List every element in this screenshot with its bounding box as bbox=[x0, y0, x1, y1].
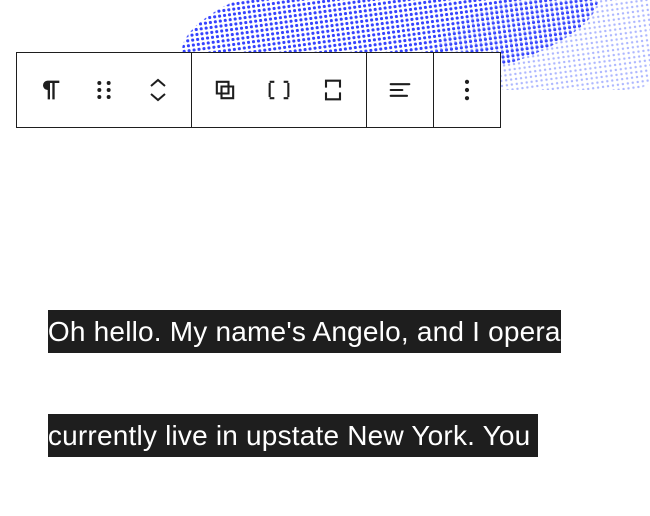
kebab-icon bbox=[453, 76, 481, 104]
paragraph-block-1[interactable]: Oh hello. My name's Angelo, and I opera … bbox=[16, 254, 650, 516]
toolbar-group-transform bbox=[192, 53, 367, 127]
copy-icon bbox=[211, 76, 239, 104]
align-left-icon bbox=[386, 76, 414, 104]
align-button[interactable] bbox=[373, 53, 427, 127]
drag-handle-icon bbox=[90, 76, 118, 104]
group-button[interactable] bbox=[252, 53, 306, 127]
ungroup-button[interactable] bbox=[306, 53, 360, 127]
ungroup-icon bbox=[319, 76, 347, 104]
toolbar-group-block bbox=[17, 53, 192, 127]
block-type-button[interactable] bbox=[23, 53, 77, 127]
move-up-down-button[interactable] bbox=[131, 53, 185, 127]
selected-text: Oh hello. My name's Angelo, and I opera bbox=[48, 314, 561, 349]
duplicate-button[interactable] bbox=[198, 53, 252, 127]
drag-handle-button[interactable] bbox=[77, 53, 131, 127]
selected-text: currently live in upstate New York. You bbox=[48, 418, 539, 453]
group-icon bbox=[265, 76, 293, 104]
editor-content[interactable]: Oh hello. My name's Angelo, and I opera … bbox=[16, 150, 650, 516]
paragraph-icon bbox=[36, 76, 64, 104]
more-options-button[interactable] bbox=[440, 53, 494, 127]
chevron-up-icon bbox=[148, 76, 168, 90]
toolbar-group-more bbox=[434, 53, 500, 127]
toolbar-group-align bbox=[367, 53, 434, 127]
block-toolbar bbox=[16, 52, 501, 128]
chevron-down-icon bbox=[148, 90, 168, 104]
